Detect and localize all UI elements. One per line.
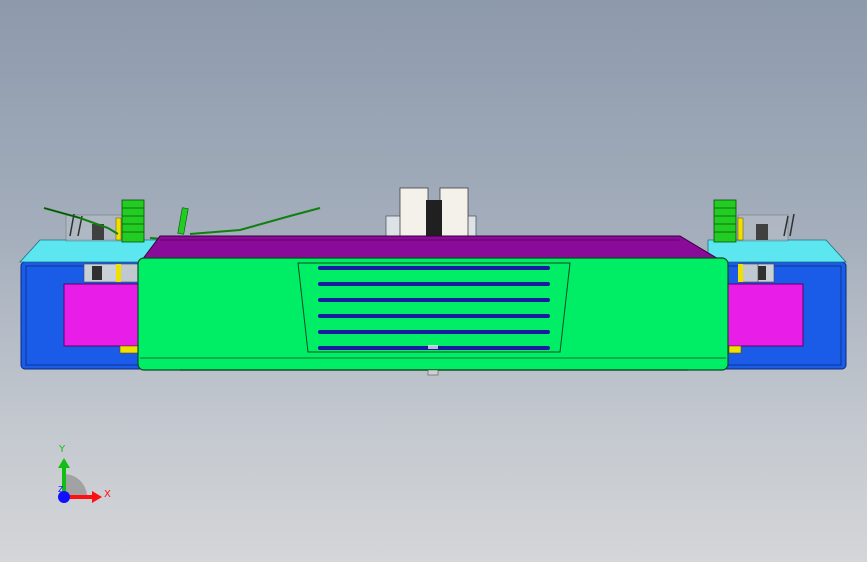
- y-axis-label: Y: [59, 444, 66, 455]
- z-axis-label: Z: [58, 485, 64, 494]
- vent-panel: [297, 262, 571, 353]
- left-magenta-block: [63, 283, 141, 347]
- right-cyan-plate: [707, 239, 847, 263]
- right-spring-stack: [713, 199, 737, 243]
- left-cyan-plate: [19, 239, 159, 263]
- top-center-guides: [385, 187, 477, 239]
- right-side-frame: [715, 261, 847, 370]
- main-green-body: [137, 257, 729, 376]
- cad-model-viewport[interactable]: [0, 0, 867, 562]
- right-magenta-block: [726, 283, 804, 347]
- x-axis-label: X: [104, 489, 111, 500]
- left-spring-stack: [121, 199, 145, 243]
